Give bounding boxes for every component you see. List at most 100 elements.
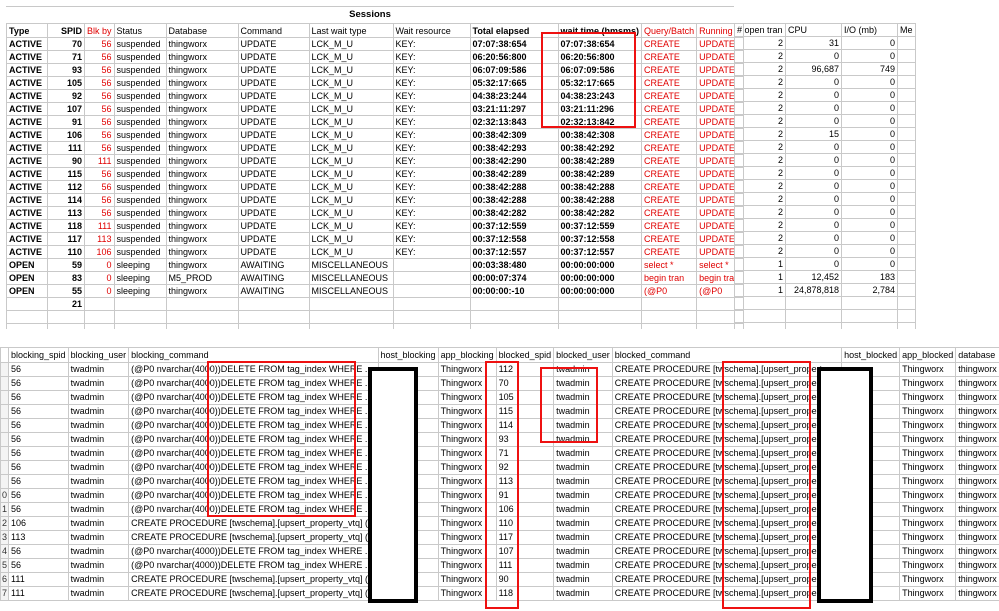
cell-blocked-command: CREATE PROCEDURE [twschema].[upsert_prop… xyxy=(611,404,843,419)
empty-cell xyxy=(897,231,916,245)
session-row: ACTIVE 111 56 suspended thingworx UPDATE LCK_M… xyxy=(6,141,745,155)
cell-blocking-command: (@P0 nvarchar(4000))DELETE FROM tag_inde… xyxy=(128,390,379,405)
empty-cell xyxy=(6,297,48,311)
cell-blk-by: 56 xyxy=(84,128,115,142)
cell-blocked-user: twadmin xyxy=(553,544,613,559)
cell-query-batch: CREATE xyxy=(641,154,698,168)
empty-cell xyxy=(557,310,643,324)
cell-wait-time: 05:32:17:665 xyxy=(557,76,643,90)
cell-blocked-command: CREATE PROCEDURE [twschema].[upsert_prop… xyxy=(611,530,843,545)
sessions-panel: Sessions Type SPID Blk by Status Database Com… xyxy=(6,6,999,337)
cell-wait-time: 00:37:12:557 xyxy=(557,245,643,259)
empty-cell xyxy=(392,297,471,311)
cell-command: AWAITING xyxy=(237,284,310,298)
cell-blocked-user: twadmin xyxy=(553,376,613,391)
perf-row: 200 xyxy=(734,205,916,219)
cell-spid: 106 xyxy=(47,128,85,142)
cell-blocking-spid: 56 xyxy=(8,502,69,517)
perf-row: 200 xyxy=(734,218,916,232)
cell-cpu: 0 xyxy=(785,231,842,245)
cell-blocked-user: twadmin xyxy=(553,432,613,447)
cell-query-batch: CREATE xyxy=(641,76,698,90)
cell-type: ACTIVE xyxy=(6,37,48,51)
cell-app-blocked: Thingworx xyxy=(899,572,957,587)
cell-wait-time: 03:21:11:296 xyxy=(557,102,643,116)
cell-blocking-command: CREATE PROCEDURE [twschema].[upsert_prop… xyxy=(128,516,379,531)
cell-blocking-command: CREATE PROCEDURE [twschema].[upsert_prop… xyxy=(128,572,379,587)
cell-spid: 59 xyxy=(47,258,85,272)
cell-cpu: 96,687 xyxy=(785,62,842,76)
cell-command: UPDATE xyxy=(237,50,310,64)
cell-blocked-command: CREATE PROCEDURE [twschema].[upsert_prop… xyxy=(611,446,843,461)
cell-open-tran: 2 xyxy=(734,192,786,206)
col-header-app-blocking: app_blocking xyxy=(437,347,497,363)
cell-type: ACTIVE xyxy=(6,219,48,233)
cell-status: suspended xyxy=(113,63,167,77)
cell-wait-time: 00:38:42:308 xyxy=(557,128,643,142)
cell-cpu: 12,452 xyxy=(785,270,842,284)
col-header-blocking-spid: blocking_spid xyxy=(8,347,69,363)
cell-wait-time: 04:38:23:243 xyxy=(557,89,643,103)
cell-open-tran: 2 xyxy=(734,244,786,258)
cell-command: UPDATE xyxy=(237,232,310,246)
cell-database: thingworx xyxy=(955,432,999,447)
cell-cpu: 0 xyxy=(785,88,842,102)
cell-app-blocking: Thingworx xyxy=(437,418,497,433)
cell-io-mb: 0 xyxy=(841,166,898,180)
cell-blocked-user: twadmin xyxy=(553,558,613,573)
cell-blocked-spid: 71 xyxy=(495,446,555,461)
cell-app-blocking: Thingworx xyxy=(437,586,497,601)
cell-command: UPDATE xyxy=(237,37,310,51)
perf-row: 200 xyxy=(734,140,916,154)
cell-spid: 71 xyxy=(47,50,85,64)
cell-io-mb: 0 xyxy=(841,257,898,271)
col-header-host-blocked: host_blocked xyxy=(841,347,901,363)
perf-row: 200 xyxy=(734,88,916,102)
cell-type: OPEN xyxy=(6,258,48,272)
host-blocking-redaction xyxy=(368,367,418,603)
cell-type: OPEN xyxy=(6,271,48,285)
cell-row-index: 2 xyxy=(0,516,10,531)
col-header-blocking-command: blocking_command xyxy=(128,347,379,363)
empty-cell xyxy=(113,297,167,311)
cell-last-wait-type: LCK_M_U xyxy=(308,141,394,155)
cell-blocked-user: twadmin xyxy=(553,362,613,377)
cell-io-mb: 0 xyxy=(841,114,898,128)
empty-cell xyxy=(897,244,916,258)
cell-blocking-spid: 56 xyxy=(8,460,69,475)
cell-spid: 55 xyxy=(47,284,85,298)
cell-last-wait-type: LCK_M_U xyxy=(308,89,394,103)
cell-spid: 118 xyxy=(47,219,85,233)
cell-row-index xyxy=(0,432,10,447)
cell-open-tran: 2 xyxy=(734,166,786,180)
cell-blocking-command: (@P0 nvarchar(4000))DELETE FROM tag_inde… xyxy=(128,418,379,433)
cell-row-index: 3 xyxy=(0,530,10,545)
cell-status: suspended xyxy=(113,245,167,259)
cell-database: M5_PROD xyxy=(165,271,239,285)
cell-blocked-user: twadmin xyxy=(553,586,613,601)
cell-wait-resource xyxy=(392,271,471,285)
cell-blocked-command: CREATE PROCEDURE [twschema].[upsert_prop… xyxy=(611,474,843,489)
cell-query-batch: CREATE xyxy=(641,206,698,220)
empty-cell xyxy=(897,153,916,167)
cell-status: suspended xyxy=(113,50,167,64)
cell-total-elapsed: 00:38:42:290 xyxy=(469,154,559,168)
session-row: ACTIVE 112 56 suspended thingworx UPDATE LCK_M… xyxy=(6,180,745,194)
sessions-title: Sessions xyxy=(6,6,734,23)
cell-blocking-user: twadmin xyxy=(67,376,130,391)
session-row: ACTIVE 70 56 suspended thingworx UPDATE LCK_M_… xyxy=(6,37,745,51)
cell-wait-resource: KEY: xyxy=(392,219,471,233)
cell-wait-time: 00:38:42:289 xyxy=(557,154,643,168)
cell-app-blocked: Thingworx xyxy=(899,474,957,489)
cell-cpu: 0 xyxy=(785,140,842,154)
panel-separator xyxy=(0,329,999,347)
cell-last-wait-type: MISCELLANEOUS xyxy=(308,258,394,272)
empty-cell xyxy=(785,296,842,310)
col-header-spid: SPID xyxy=(47,23,85,38)
perf-row: 2 15 0 xyxy=(734,127,916,141)
cell-query-batch: CREATE xyxy=(641,89,698,103)
empty-cell xyxy=(897,62,916,76)
session-row: ACTIVE 110 106 suspended thingworx UPDATE LCK_… xyxy=(6,245,745,259)
col-header-database: database xyxy=(955,347,999,363)
cell-last-wait-type: LCK_M_U xyxy=(308,76,394,90)
